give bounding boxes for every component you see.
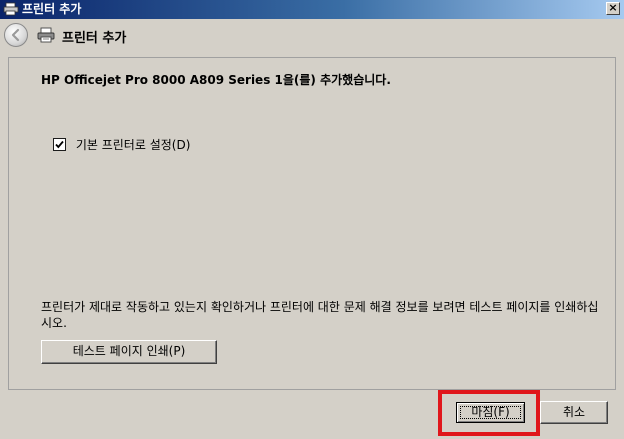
default-printer-option[interactable]: 기본 프린터로 설정(D) bbox=[53, 136, 191, 153]
focus-rectangle bbox=[460, 406, 521, 419]
checkmark-icon bbox=[55, 140, 64, 149]
default-printer-checkbox[interactable] bbox=[53, 138, 66, 151]
close-icon: × bbox=[608, 1, 618, 14]
page-title: 프린터 추가 bbox=[62, 31, 127, 46]
add-printer-dialog: 프린터 추가 × 프린터 추가 HP Officejet Pro 8000 A8… bbox=[0, 0, 624, 439]
success-message: HP Officejet Pro 8000 A809 Series 1을(를) … bbox=[41, 73, 391, 87]
content-panel: HP Officejet Pro 8000 A809 Series 1을(를) … bbox=[8, 57, 616, 390]
cancel-button[interactable]: 취소 bbox=[540, 401, 608, 424]
print-test-page-button[interactable]: 테스트 페이지 인쇄(P) bbox=[41, 340, 217, 364]
back-arrow-icon bbox=[11, 28, 20, 42]
printer-icon bbox=[3, 2, 19, 16]
printer-icon bbox=[37, 27, 55, 43]
title-bar[interactable]: 프린터 추가 × bbox=[0, 0, 624, 19]
default-printer-label[interactable]: 기본 프린터로 설정(D) bbox=[76, 136, 191, 153]
finish-button[interactable]: 마침(F) bbox=[456, 402, 525, 423]
close-button[interactable]: × bbox=[606, 2, 620, 15]
window-title: 프린터 추가 bbox=[22, 2, 82, 16]
back-button[interactable] bbox=[4, 23, 28, 47]
test-page-info: 프린터가 제대로 작동하고 있는지 확인하거나 프린터에 대한 문제 해결 정보… bbox=[41, 300, 599, 330]
wizard-header: 프린터 추가 bbox=[0, 19, 624, 55]
